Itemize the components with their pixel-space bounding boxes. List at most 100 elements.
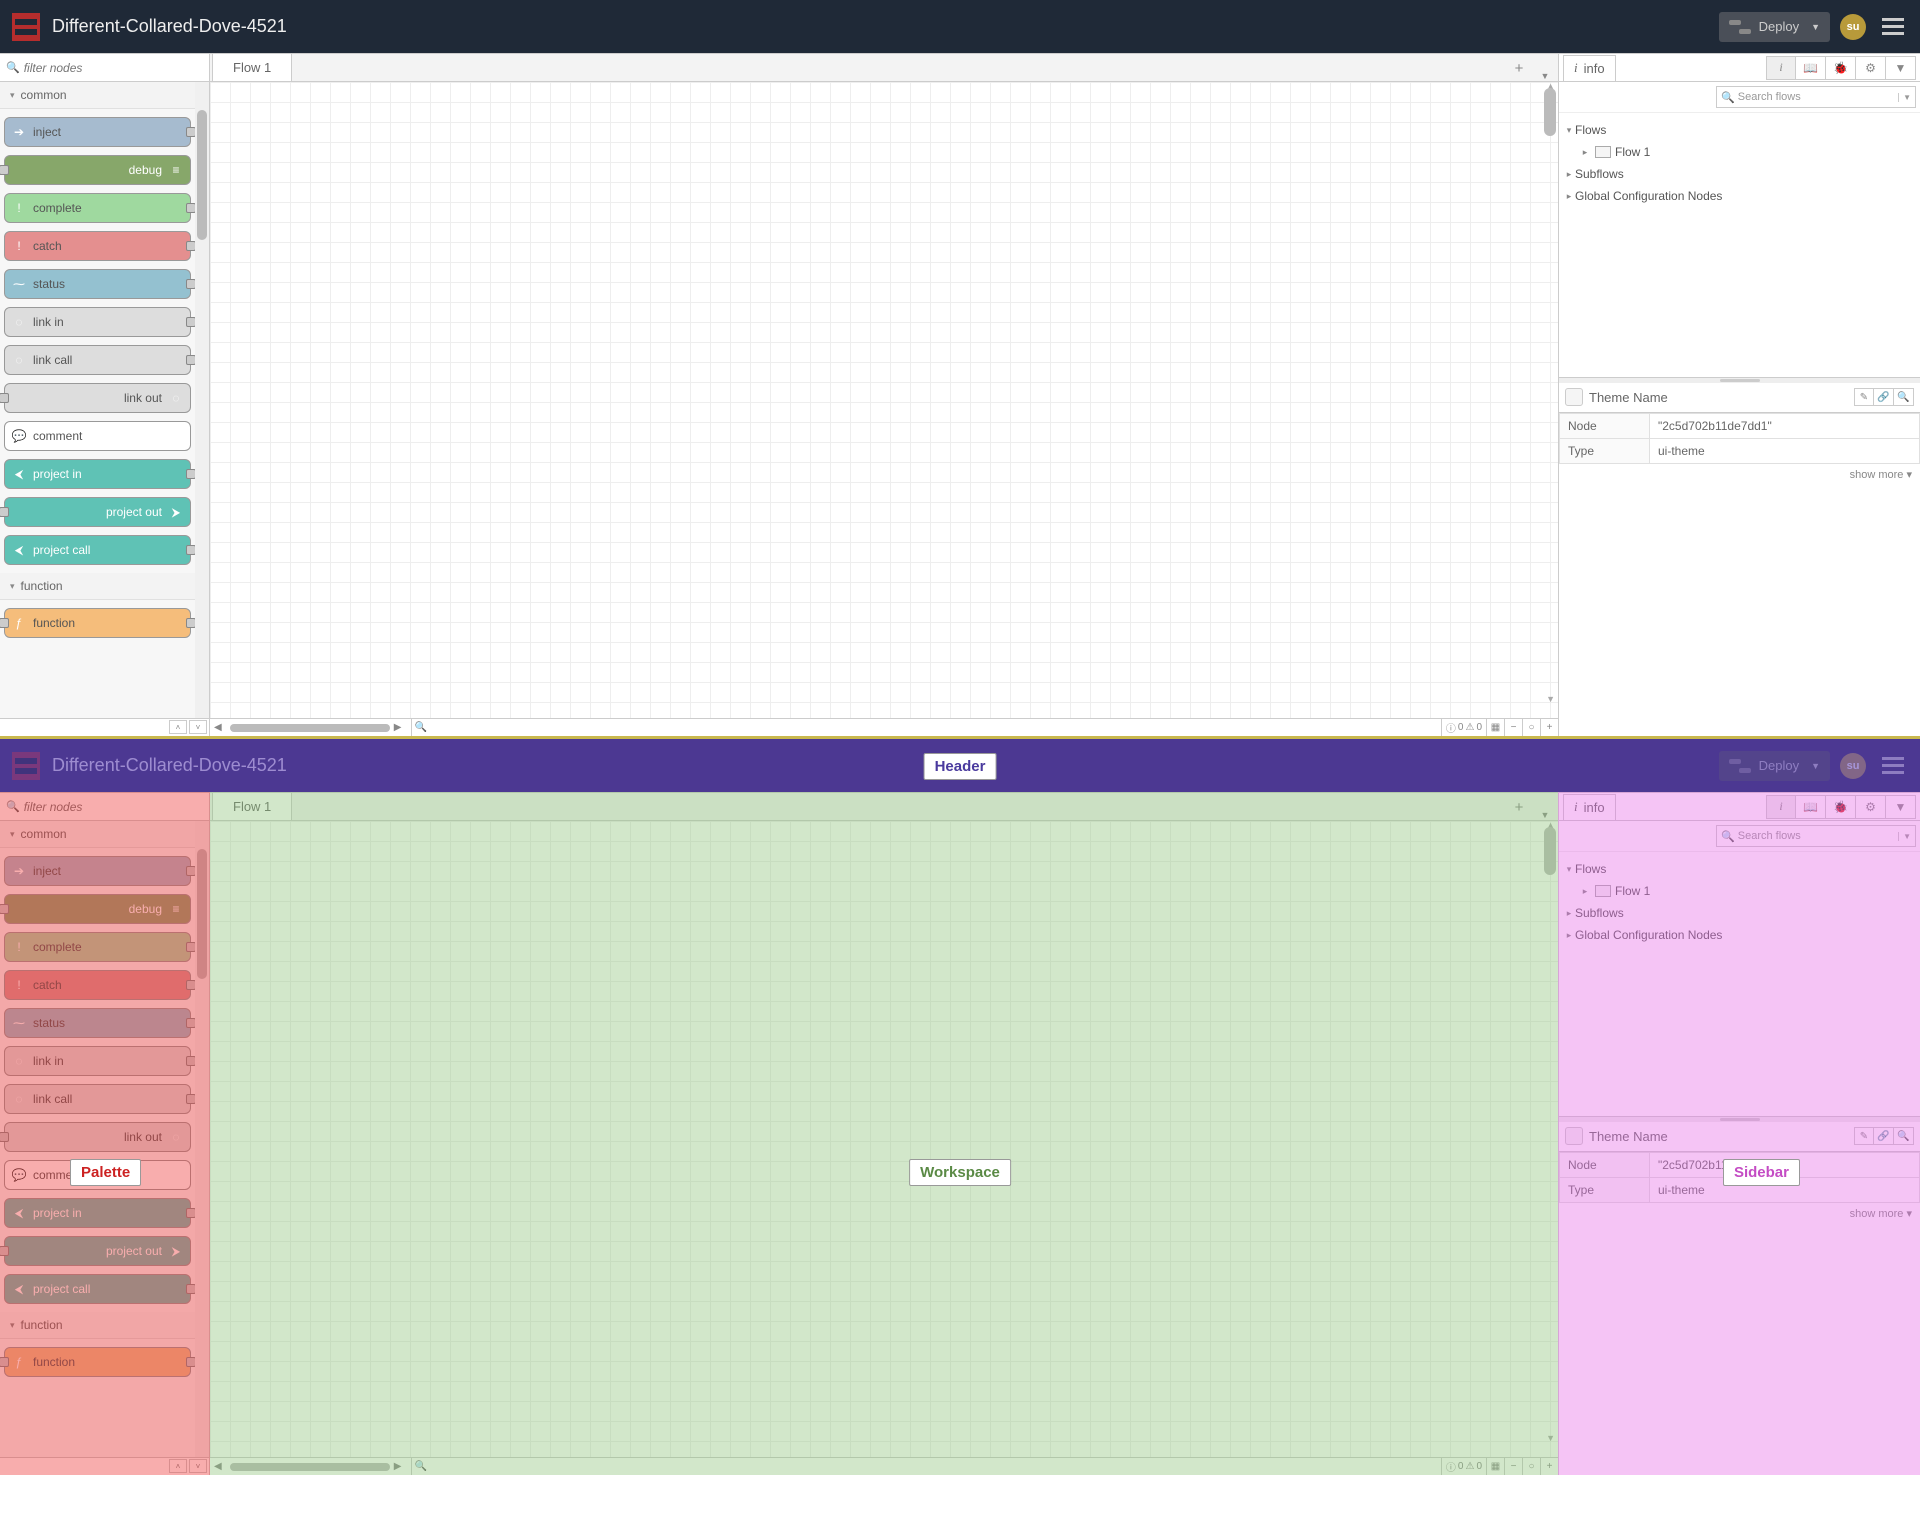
scroll-left-icon[interactable]: ◀ — [210, 722, 226, 733]
zoom-reset-button[interactable]: ○ — [1522, 719, 1540, 736]
node-status[interactable]: ⁓status — [4, 269, 191, 299]
node-comment[interactable]: 💬comment — [4, 1160, 191, 1190]
flow-tab-1[interactable]: Flow 1 — [212, 53, 292, 81]
node-function[interactable]: ƒfunction — [4, 608, 191, 638]
info-count-icon: ⓘ — [1446, 720, 1456, 735]
panel-action-2[interactable]: 🔗 — [1874, 388, 1894, 406]
scroll-down-icon[interactable]: ▼ — [1546, 694, 1555, 704]
sidebar-debug-button[interactable]: 🐞 — [1826, 56, 1856, 80]
deploy-icon — [1729, 20, 1751, 34]
deploy-button[interactable]: Deploy ▼ — [1719, 751, 1830, 781]
chevron-right-icon: ⮞ — [165, 501, 187, 523]
palette-category-common[interactable]: common — [0, 821, 195, 848]
sidebar-info-button[interactable]: i — [1766, 56, 1796, 80]
palette-collapse-up-button[interactable]: ˄ — [169, 720, 187, 734]
panel-action-1[interactable]: ✎ — [1854, 388, 1874, 406]
zoom-in-button[interactable]: + — [1540, 719, 1558, 736]
sidebar-search[interactable]: 🔍 Search flows ▼ — [1716, 86, 1916, 108]
deploy-icon — [1729, 759, 1751, 773]
palette-collapse-down-button[interactable]: ˅ — [189, 720, 207, 734]
node-project-in[interactable]: ⮜project in — [4, 1198, 191, 1228]
flow-list-button[interactable]: ▼ — [1532, 71, 1558, 81]
navigator-button[interactable]: ▦ — [1486, 719, 1504, 736]
sidebar-config-button[interactable]: ⚙ — [1856, 56, 1886, 80]
tree-flow-1[interactable]: ▸Flow 1 — [1563, 141, 1916, 163]
user-avatar[interactable]: su — [1840, 14, 1866, 40]
flow-tab-1[interactable]: Flow 1 — [212, 792, 292, 820]
node-catch[interactable]: !catch — [4, 231, 191, 261]
footer-status[interactable]: ⓘ0 ⚠0 — [1441, 719, 1486, 736]
main-menu-button[interactable] — [1878, 753, 1908, 778]
canvas-h-scrollbar[interactable] — [230, 724, 390, 732]
info-icon: i — [1574, 60, 1578, 76]
flow-tabs: Flow 1 + ▼ — [210, 54, 1558, 82]
main-area: 🔍 common ➔inject debug≡ !complete !catch… — [0, 792, 1920, 1475]
palette-search[interactable]: 🔍 — [0, 54, 209, 82]
sidebar-help-button[interactable]: 📖 — [1796, 56, 1826, 80]
zoom-out-button[interactable]: − — [1504, 719, 1522, 736]
node-inject[interactable]: ➔inject — [4, 856, 191, 886]
node-link-in[interactable]: ◌link in — [4, 307, 191, 337]
tree-subflows[interactable]: ▸Subflows — [1563, 163, 1916, 185]
deploy-button[interactable]: Deploy ▼ — [1719, 12, 1830, 42]
node-link-in[interactable]: ◌link in — [4, 1046, 191, 1076]
flow-canvas[interactable]: ▲▼ — [210, 821, 1558, 1457]
sidebar-more-button[interactable]: ▼ — [1886, 56, 1916, 80]
palette-category-function[interactable]: function — [0, 1312, 195, 1339]
footer-search-button[interactable]: 🔍 — [411, 719, 429, 736]
node-complete[interactable]: !complete — [4, 193, 191, 223]
chevron-down-icon[interactable]: ▼ — [1811, 22, 1820, 32]
palette-filter-input[interactable] — [24, 61, 203, 75]
search-icon: 🔍 — [6, 800, 20, 813]
chevron-down-icon[interactable]: ▼ — [1811, 761, 1820, 771]
search-icon: 🔍 — [1721, 91, 1735, 104]
palette-search[interactable]: 🔍 — [0, 793, 209, 821]
link-icon: ◌ — [165, 387, 187, 409]
sidebar-tab-info[interactable]: i info — [1563, 55, 1616, 81]
node-comment[interactable]: 💬comment — [4, 421, 191, 451]
panel-action-3[interactable]: 🔍 — [1894, 388, 1914, 406]
sidebar-splitter[interactable] — [1559, 377, 1920, 383]
palette-filter-input[interactable] — [24, 800, 203, 814]
add-flow-button[interactable]: + — [1506, 55, 1532, 81]
node-debug[interactable]: debug≡ — [4, 155, 191, 185]
palette-scrollbar-track[interactable] — [195, 82, 209, 718]
main-menu-button[interactable] — [1878, 14, 1908, 39]
warn-count-icon: ⚠ — [1465, 722, 1474, 733]
flow-list-button[interactable]: ▼ — [1532, 810, 1558, 820]
function-icon: ƒ — [8, 612, 30, 634]
node-project-call[interactable]: ⮜project call — [4, 535, 191, 565]
node-debug[interactable]: debug≡ — [4, 894, 191, 924]
node-link-call[interactable]: ◌link call — [4, 1084, 191, 1114]
tree-global-config[interactable]: ▸Global Configuration Nodes — [1563, 185, 1916, 207]
sidebar-tab-info[interactable]: iinfo — [1563, 794, 1616, 820]
node-inject[interactable]: ➔inject — [4, 117, 191, 147]
project-title: Different-Collared-Dove-4521 — [52, 755, 287, 776]
node-complete[interactable]: !complete — [4, 932, 191, 962]
chevron-down-icon[interactable]: ▼ — [1898, 93, 1911, 102]
palette-scrollbar-thumb[interactable] — [197, 110, 207, 240]
scroll-right-icon[interactable]: ▶ — [390, 722, 406, 733]
node-link-out[interactable]: link out◌ — [4, 383, 191, 413]
node-project-in[interactable]: ⮜project in — [4, 459, 191, 489]
arrow-right-icon: ➔ — [8, 121, 30, 143]
user-avatar[interactable]: su — [1840, 753, 1866, 779]
nodered-logo-icon — [12, 752, 40, 780]
flow-icon — [1595, 146, 1611, 158]
node-project-call[interactable]: ⮜project call — [4, 1274, 191, 1304]
canvas-v-scrollbar[interactable] — [1544, 88, 1556, 136]
node-link-call[interactable]: ◌link call — [4, 345, 191, 375]
palette-category-function[interactable]: function — [0, 573, 195, 600]
add-flow-button[interactable]: + — [1506, 794, 1532, 820]
palette-category-common[interactable]: common — [0, 82, 195, 109]
flow-canvas[interactable]: ▲ ▼ — [210, 82, 1558, 718]
node-project-out[interactable]: project out⮞ — [4, 497, 191, 527]
node-catch[interactable]: !catch — [4, 970, 191, 1000]
node-function[interactable]: ƒfunction — [4, 1347, 191, 1377]
tree-flows[interactable]: ▾Flows — [1563, 119, 1916, 141]
prop-row-node: Node"2c5d702b11de7dd1" — [1560, 413, 1920, 438]
show-more-link[interactable]: show more ▾ — [1559, 464, 1920, 485]
node-project-out[interactable]: project out⮞ — [4, 1236, 191, 1266]
node-link-out[interactable]: link out◌ — [4, 1122, 191, 1152]
node-status[interactable]: ⁓status — [4, 1008, 191, 1038]
